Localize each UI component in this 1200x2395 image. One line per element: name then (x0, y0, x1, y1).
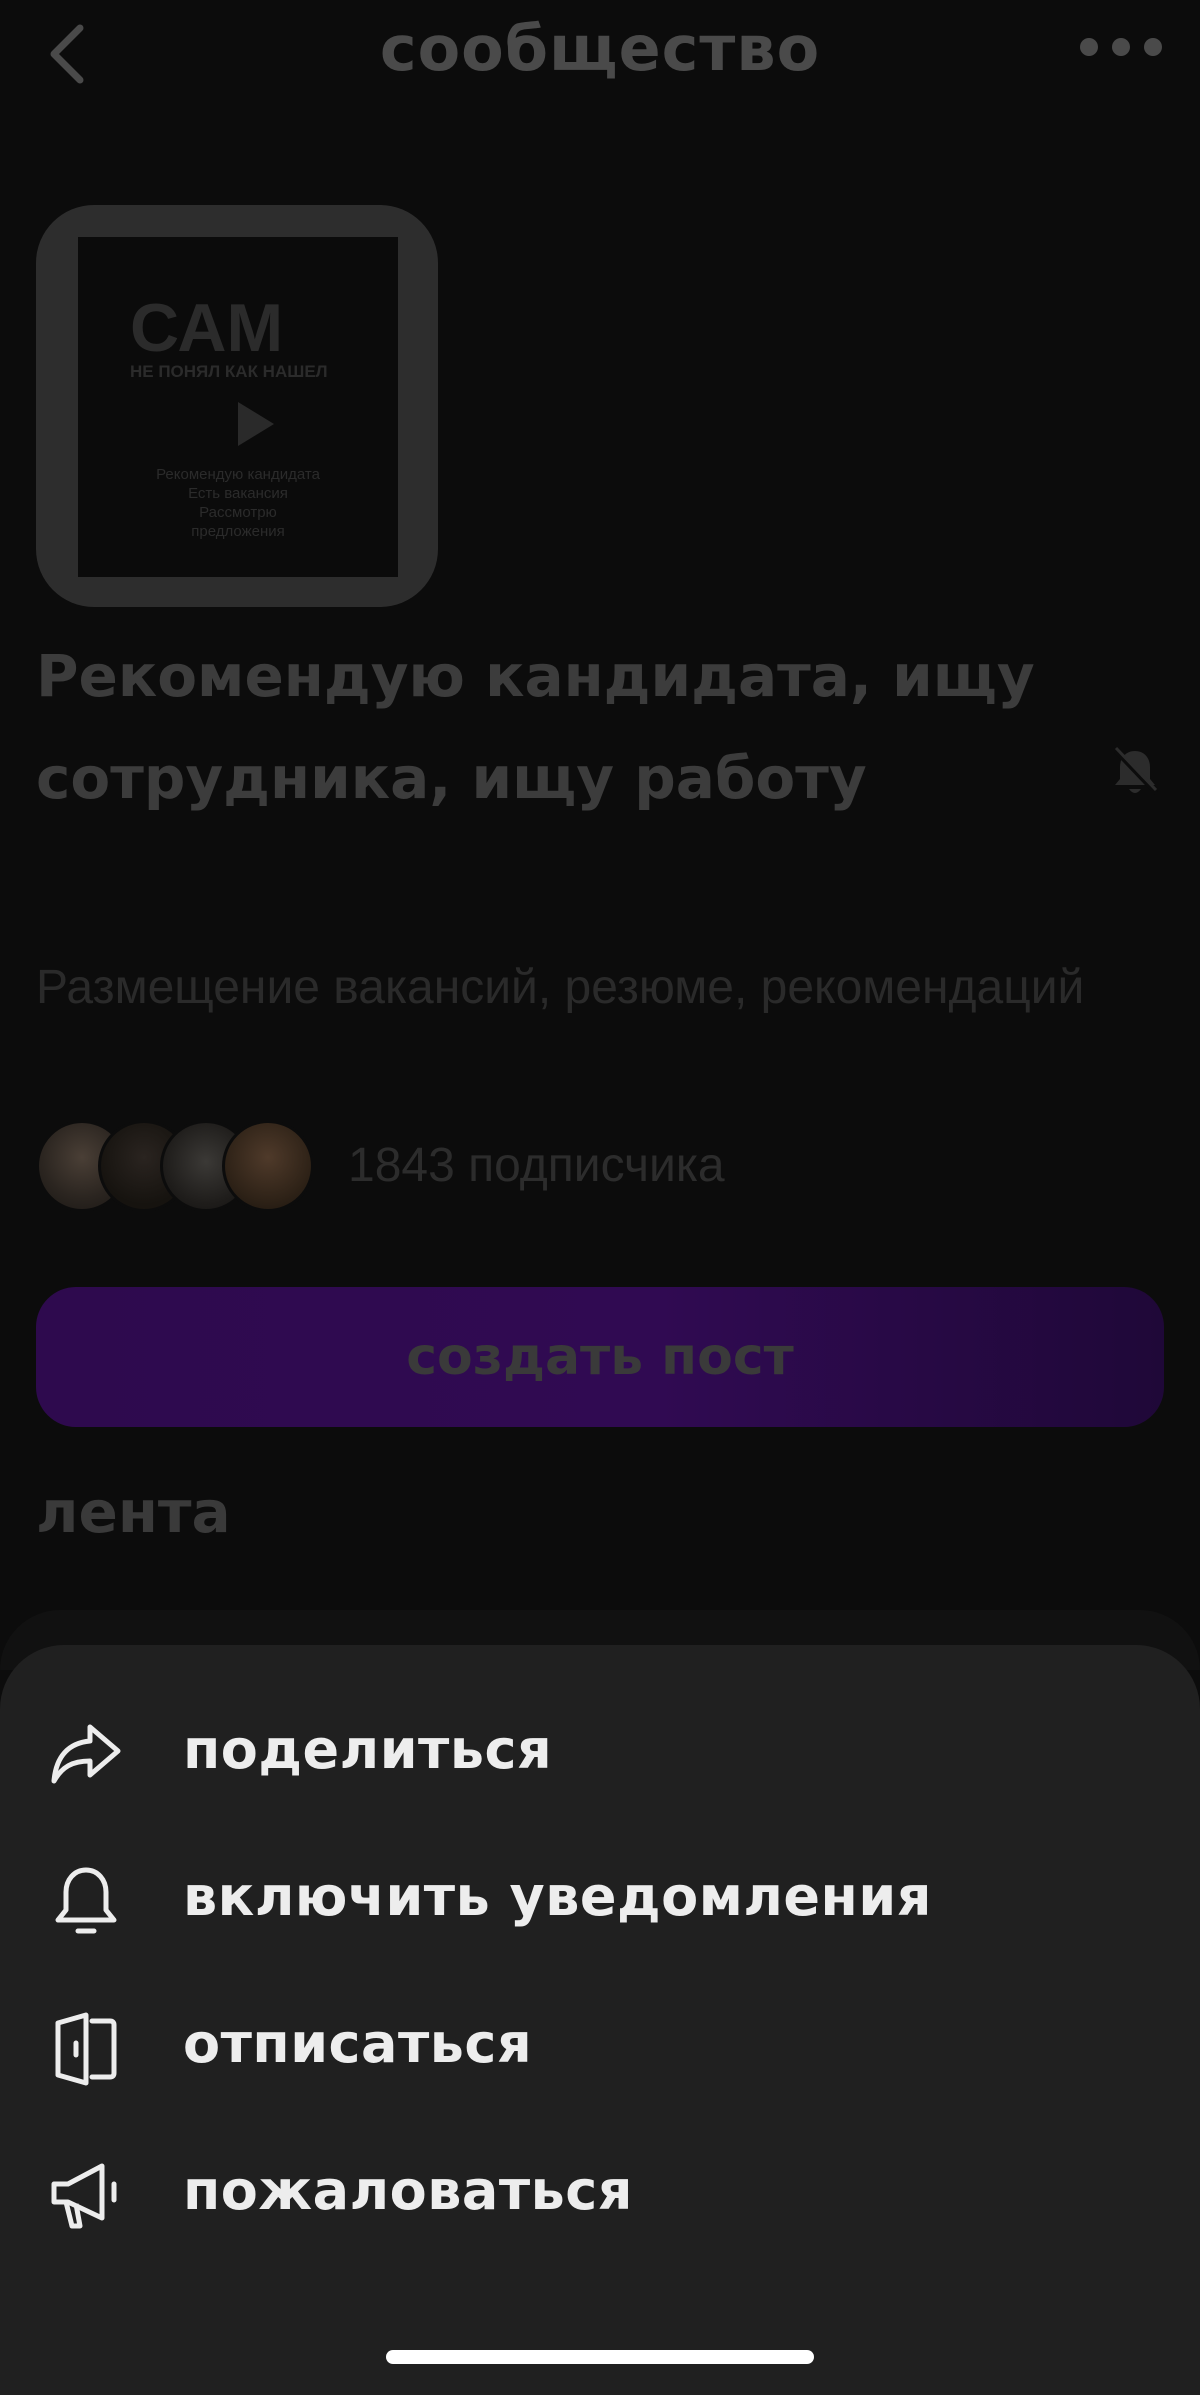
page-title: сообщество (379, 12, 821, 85)
megaphone-icon (46, 2156, 126, 2236)
menu-item-share[interactable]: поделиться (0, 1690, 1200, 1820)
cover-image: САМ НЕ ПОНЯЛ КАК НАШЕЛ Рекомендую кандид… (78, 237, 398, 577)
feed-heading: лента (36, 1478, 231, 1546)
subscriber-avatars[interactable] (36, 1120, 326, 1212)
play-icon (238, 402, 274, 446)
share-icon (46, 1715, 126, 1795)
community-page: сообщество САМ НЕ ПОНЯЛ КАК НАШЕЛ Рекоме… (0, 0, 1200, 2395)
menu-item-unsubscribe[interactable]: отписаться (0, 1984, 1200, 2114)
menu-item-report[interactable]: пожаловаться (0, 2131, 1200, 2261)
subscriber-count[interactable]: 1843 подписчика (348, 1138, 725, 1193)
menu-label: включить уведомления (183, 1865, 932, 1928)
menu-label: пожаловаться (183, 2159, 633, 2222)
cover-headline: САМ (130, 290, 284, 366)
more-horizontal-icon[interactable] (1080, 38, 1170, 68)
cover-line: предложения (191, 523, 285, 540)
menu-item-enable-notifications[interactable]: включить уведомления (0, 1837, 1200, 1967)
header: сообщество (0, 0, 1200, 110)
create-post-label: создать пост (406, 1327, 794, 1387)
bell-off-icon[interactable] (1110, 745, 1160, 799)
cover-text: Рекомендую кандидата Есть вакансия Рассм… (108, 465, 368, 541)
cover-line: Рассмотрю (199, 504, 277, 521)
community-cover: САМ НЕ ПОНЯЛ КАК НАШЕЛ Рекомендую кандид… (36, 205, 438, 607)
create-post-button[interactable]: создать пост (36, 1287, 1164, 1427)
menu-label: отписаться (183, 2012, 533, 2075)
action-sheet: поделиться включить уведомления отписать… (0, 1645, 1200, 2395)
cover-line: Есть вакансия (188, 485, 288, 502)
cover-subheadline: НЕ ПОНЯЛ КАК НАШЕЛ (130, 362, 328, 381)
avatar (222, 1120, 314, 1212)
leave-door-icon (46, 2009, 126, 2089)
community-description: Размещение вакансий, резюме, рекомендаци… (36, 961, 1085, 1014)
bell-icon (46, 1862, 126, 1942)
menu-label: поделиться (183, 1718, 553, 1781)
community-name: Рекомендую кандидата, ищу сотрудника, ищ… (36, 642, 1035, 812)
home-indicator[interactable] (386, 2350, 814, 2364)
cover-line: Рекомендую кандидата (156, 466, 320, 483)
